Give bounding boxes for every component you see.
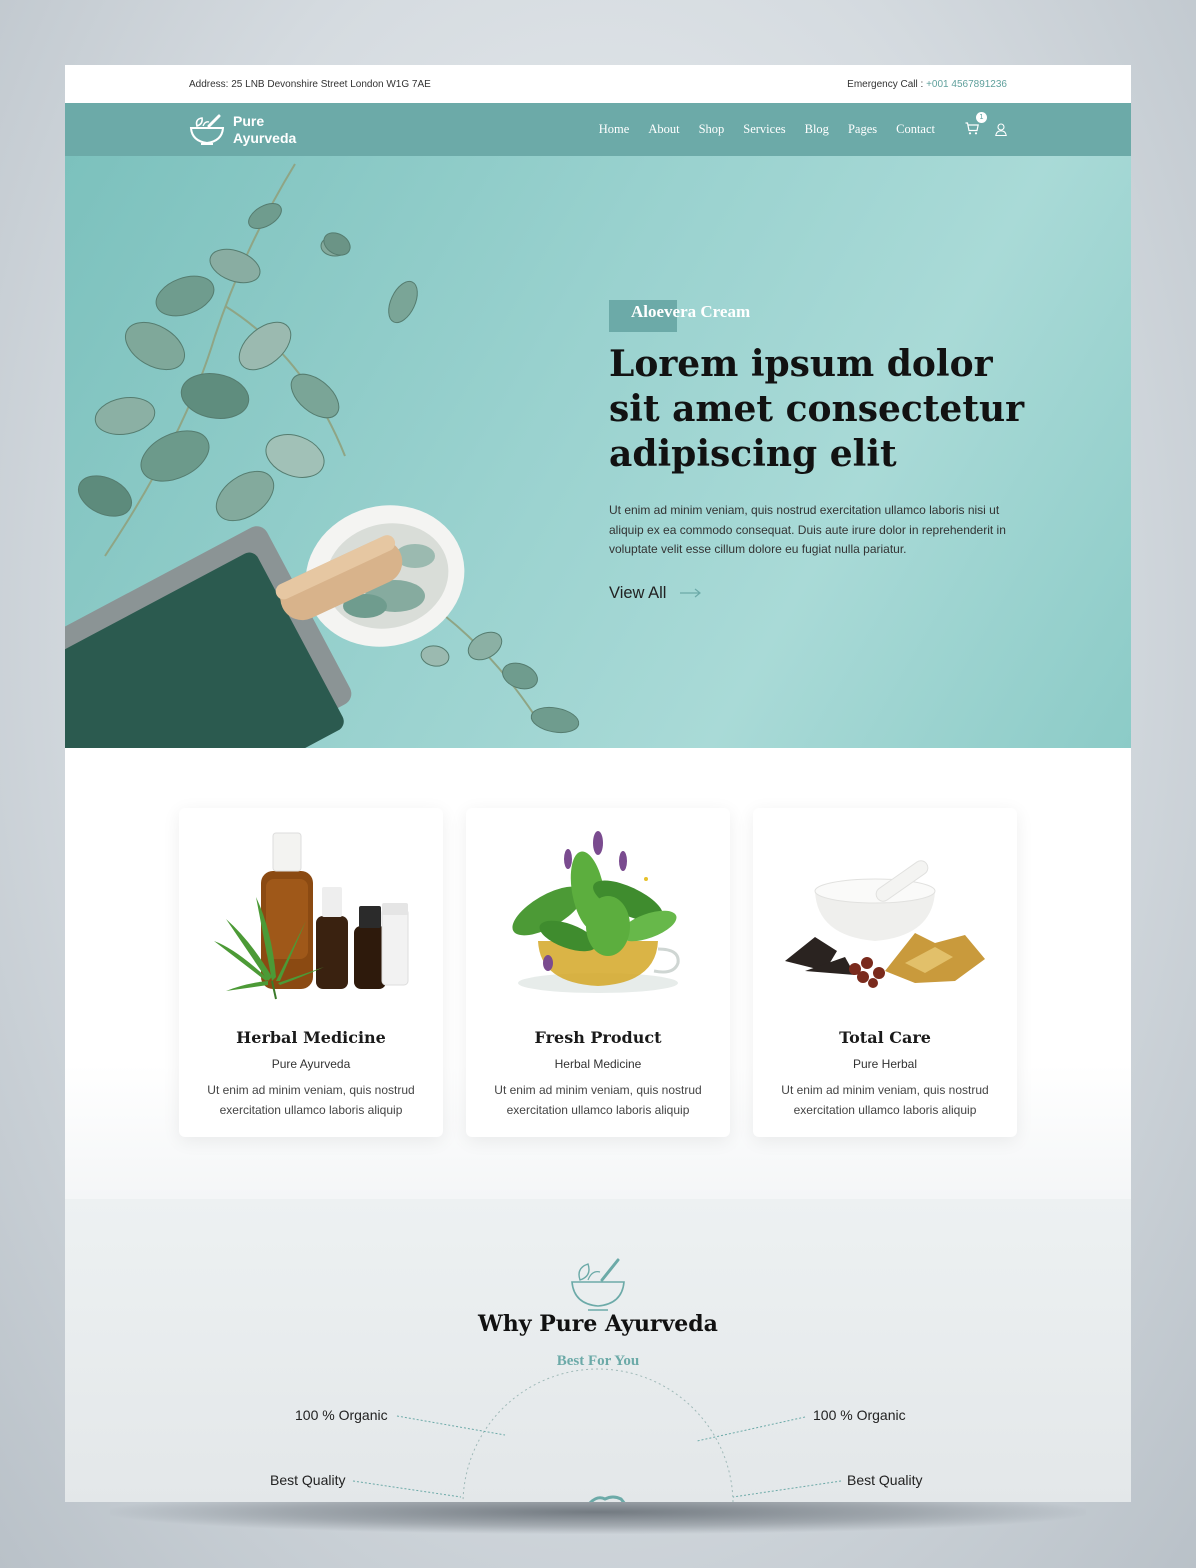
address-text: Address: 25 LNB Devonshire Street London…: [189, 78, 431, 90]
feature-card-fresh-product[interactable]: Fresh Product Herbal Medicine Ut enim ad…: [466, 808, 730, 1137]
view-all-link[interactable]: View All: [609, 584, 1029, 603]
nav-shop[interactable]: Shop: [699, 122, 725, 137]
mortar-roots-image: [785, 860, 985, 988]
brand-line1: Pure: [233, 112, 265, 129]
mortar-pestle-logo-icon: [189, 114, 225, 145]
nav-icons: 1: [965, 112, 1007, 139]
main-navigation: Pure Ayurveda Home About Shop Services B…: [65, 103, 1131, 156]
herbal-tea-cup-image: [512, 831, 680, 993]
arrow-right-icon: [680, 588, 702, 598]
card-subtitle: Herbal Medicine: [554, 1057, 642, 1071]
herbal-bottles-image: [214, 832, 409, 1000]
hero-tag: Aloevera Cream: [609, 300, 750, 332]
nav-blog[interactable]: Blog: [805, 122, 829, 137]
brand-logo[interactable]: Pure Ayurveda: [189, 113, 296, 147]
cart-count-badge: 1: [976, 112, 987, 123]
feature-organic-right: 100 % Organic: [813, 1407, 906, 1423]
top-info-bar: Address: 25 LNB Devonshire Street London…: [65, 65, 1131, 103]
emergency-call: Emergency Call : +001 4567891236: [847, 79, 1007, 90]
features-section: Herbal Medicine Pure Ayurveda Ut enim ad…: [65, 748, 1131, 1199]
card-title: Fresh Product: [534, 1028, 662, 1047]
website-page: Address: 25 LNB Devonshire Street London…: [65, 65, 1131, 1502]
nav-about[interactable]: About: [648, 122, 679, 137]
emergency-phone-link[interactable]: +001 4567891236: [926, 79, 1007, 90]
feature-card-total-care[interactable]: Total Care Pure Herbal Ut enim ad minim …: [753, 808, 1017, 1137]
card-subtitle: Pure Herbal: [852, 1057, 918, 1071]
hero-content: Aloevera Cream Lorem ipsum dolor sit ame…: [609, 300, 1029, 603]
feature-card-herbal-medicine[interactable]: Herbal Medicine Pure Ayurveda Ut enim ad…: [179, 808, 443, 1137]
connector-lines: [352, 1368, 842, 1502]
user-account-icon[interactable]: [995, 123, 1007, 136]
feature-quality-right: Best Quality: [847, 1472, 923, 1488]
card-text: Ut enim ad minim veniam, quis nostrud ex…: [494, 1083, 702, 1117]
hero-description: Ut enim ad minim veniam, quis nostrud ex…: [609, 503, 1006, 556]
cart-button[interactable]: 1: [965, 112, 987, 139]
hero-banner: Aloevera Cream Lorem ipsum dolor sit ame…: [65, 156, 1131, 748]
card-text: Ut enim ad minim veniam, quis nostrud ex…: [781, 1083, 989, 1117]
nav-pages[interactable]: Pages: [848, 122, 877, 137]
view-all-label: View All: [609, 583, 667, 602]
menu-links: Home About Shop Services Blog Pages Cont…: [599, 122, 935, 137]
nav-home[interactable]: Home: [599, 122, 630, 137]
why-section: Why Pure Ayurveda Best For You 100 % Org…: [65, 1199, 1131, 1502]
nav-contact[interactable]: Contact: [896, 122, 935, 137]
card-title: Herbal Medicine: [236, 1028, 386, 1047]
feature-quality-left: Best Quality: [270, 1472, 346, 1488]
card-title: Total Care: [839, 1028, 931, 1047]
hero-herbs-image: [65, 163, 580, 748]
nav-services[interactable]: Services: [743, 122, 785, 137]
emergency-label: Emergency Call :: [847, 78, 927, 90]
card-text: Ut enim ad minim veniam, quis nostrud ex…: [207, 1083, 415, 1117]
cart-icon: [965, 122, 979, 135]
feature-organic-left: 100 % Organic: [295, 1407, 388, 1423]
brand-line2: Ayurveda: [233, 129, 297, 146]
hero-title: Lorem ipsum dolor sit amet consectetur a…: [609, 343, 1025, 475]
card-subtitle: Pure Ayurveda: [271, 1057, 351, 1071]
